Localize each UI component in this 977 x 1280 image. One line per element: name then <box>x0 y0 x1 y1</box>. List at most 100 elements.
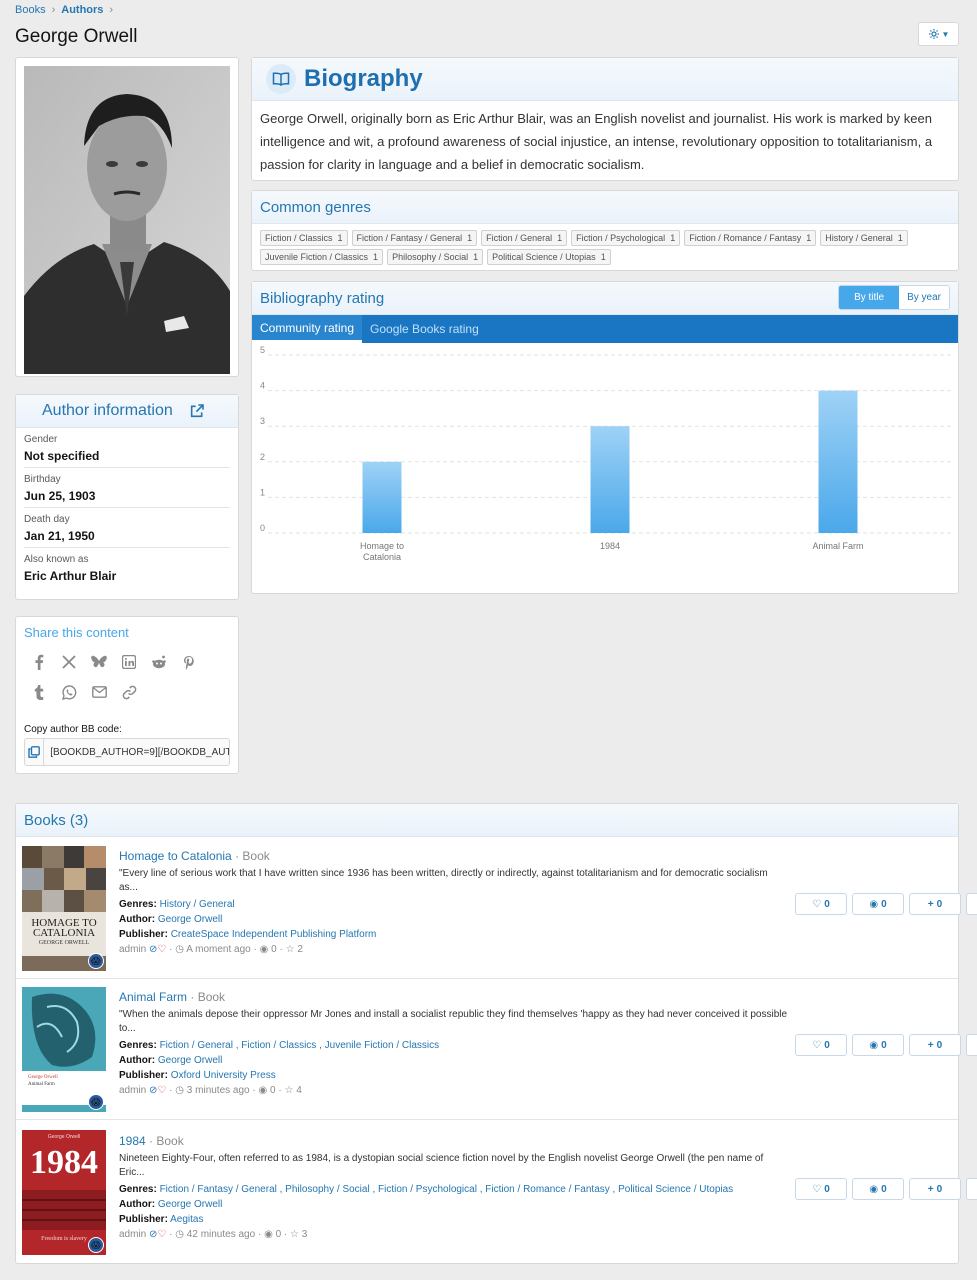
chart-bar[interactable] <box>818 390 858 533</box>
genre-tag[interactable]: Fiction / Classics 1 <box>260 230 348 246</box>
pinterest-icon[interactable] <box>180 654 198 670</box>
genre-tag[interactable]: Fiction / Romance / Fantasy 1 <box>684 230 817 246</box>
y-tick-label: 3 <box>260 416 265 426</box>
book-title-line: Homage to Catalonia · Book <box>119 849 789 863</box>
external-link-icon[interactable] <box>189 403 205 419</box>
like-count: 0 <box>824 898 830 910</box>
book-publisher: Publisher: CreateSpace Independent Publi… <box>119 929 789 940</box>
sort-by-title-button[interactable]: By title <box>839 286 900 309</box>
author-info-block: Author information Gender Not specified … <box>15 394 239 600</box>
publisher-link[interactable]: Aegitas <box>170 1214 203 1225</box>
author-link[interactable]: George Orwell <box>158 1199 222 1210</box>
book-title-line: Animal Farm · Book <box>119 990 789 1004</box>
watch-count: 0 <box>881 1039 887 1051</box>
author-link[interactable]: George Orwell <box>158 914 222 925</box>
book-user[interactable]: admin <box>119 944 146 955</box>
heart-icon: ♡ <box>157 1229 167 1240</box>
info-value: Eric Arthur Blair <box>24 569 117 583</box>
genre-link[interactable]: Fiction / Fantasy / General , Philosophy… <box>160 1184 734 1195</box>
chart-bar[interactable] <box>362 461 402 533</box>
gear-icon <box>928 29 939 39</box>
add-button[interactable]: +0 <box>909 1178 961 1200</box>
tab-google-books-rating[interactable]: Google Books rating <box>362 315 487 343</box>
book-author: Author: George Orwell <box>119 914 789 925</box>
publisher-link[interactable]: CreateSpace Independent Publishing Platf… <box>171 929 377 940</box>
book-title-link[interactable]: Animal Farm <box>119 990 187 1004</box>
book-description: "Every line of serious work that I have … <box>119 868 768 893</box>
linkedin-icon[interactable] <box>120 654 138 670</box>
common-genres-block: Common genres Fiction / Classics 1 Fictio… <box>251 190 959 271</box>
watch-button[interactable]: ◉ 0 <box>852 1178 904 1200</box>
genre-tag[interactable]: Political Science / Utopias 1 <box>487 249 611 265</box>
book-cover[interactable]: HOMAGE TO CATALONIA GEORGE ORWELL 😱 <box>22 846 106 971</box>
book-cover[interactable]: George Orwell 1984 Freedom is slavery 😱 <box>22 1130 106 1255</box>
publisher-link[interactable]: Oxford University Press <box>171 1070 276 1081</box>
book-row: George Orwell 1984 Freedom is slavery 😱 … <box>16 1120 977 1263</box>
add-button[interactable]: +0 <box>909 893 961 915</box>
books-title: Books (3) <box>16 804 958 837</box>
book-description: "When the animals depose their oppressor… <box>119 1009 788 1034</box>
biography-title: Biography <box>304 65 423 92</box>
chart-bar[interactable] <box>590 426 630 533</box>
read-button[interactable]: ▯0 <box>966 1034 977 1056</box>
breadcrumb: Books › Authors › <box>15 4 113 16</box>
book-time: 42 minutes ago <box>186 1229 256 1240</box>
eye-icon: ◉ <box>869 1039 879 1051</box>
genre-tag[interactable]: Juvenile Fiction / Classics 1 <box>260 249 384 265</box>
eye-icon: ◉ <box>258 1085 268 1096</box>
book-rating: 2 <box>297 944 303 955</box>
bluesky-icon[interactable] <box>90 654 108 670</box>
facebook-icon[interactable] <box>30 654 48 670</box>
watch-button[interactable]: ◉ 0 <box>852 1034 904 1056</box>
genres-label: Genres: <box>119 1040 157 1051</box>
book-time: A moment ago <box>186 944 251 955</box>
genre-tag-count: 1 <box>467 233 473 243</box>
tumblr-icon[interactable] <box>30 684 48 700</box>
book-cover[interactable]: George Orwell Animal Farm 😱 <box>22 987 106 1112</box>
rating-tabs: Community rating Google Books rating <box>252 315 958 343</box>
book-title-link[interactable]: 1984 <box>119 1134 146 1148</box>
genre-link[interactable]: History / General <box>160 899 235 910</box>
book-meta: admin ⊘♡ · ◷ 42 minutes ago · ◉ 0 · ☆ 3 <box>119 1229 308 1240</box>
watch-button[interactable]: ◉ 0 <box>852 893 904 915</box>
genre-tag[interactable]: Philosophy / Social 1 <box>387 249 484 265</box>
bb-code-field[interactable]: [BOOKDB_AUTHOR=9][/BOOKDB_AUTHOR] <box>24 738 230 766</box>
link-icon[interactable] <box>120 684 138 700</box>
email-icon[interactable] <box>90 684 108 700</box>
read-button[interactable]: ▯0 <box>966 893 977 915</box>
book-user[interactable]: admin <box>119 1229 146 1240</box>
clock-icon: ◷ <box>175 1085 185 1096</box>
eye-icon: ◉ <box>869 1183 879 1195</box>
eye-icon: ◉ <box>264 1229 273 1240</box>
read-button[interactable]: ▯0 <box>966 1178 977 1200</box>
bb-code-value[interactable]: [BOOKDB_AUTHOR=9][/BOOKDB_AUTHOR] <box>44 747 229 758</box>
tab-community-rating[interactable]: Community rating <box>252 315 363 343</box>
x-icon[interactable] <box>60 654 78 670</box>
author-label: Author: <box>119 914 156 925</box>
chevron-right-icon: › <box>51 4 56 16</box>
genre-tag[interactable]: Fiction / General 1 <box>481 230 568 246</box>
book-actions: ♡0 ◉0 +0 ▯0 <box>795 1034 977 1056</box>
heart-icon: ♡ <box>157 1085 167 1096</box>
like-button[interactable]: ♡ 0 <box>795 1178 847 1200</box>
book-title-link[interactable]: Homage to Catalonia <box>119 849 232 863</box>
whatsapp-icon[interactable] <box>60 684 78 700</box>
author-link[interactable]: George Orwell <box>158 1055 222 1066</box>
genre-tag[interactable]: History / General 1 <box>820 230 908 246</box>
add-button[interactable]: +0 <box>909 1034 961 1056</box>
genre-tag-label: Political Science / Utopias <box>492 252 596 262</box>
book-user[interactable]: admin <box>119 1085 146 1096</box>
breadcrumb-books[interactable]: Books <box>15 4 46 16</box>
sort-by-year-button[interactable]: By year <box>899 286 949 309</box>
info-value: Jan 21, 1950 <box>24 529 95 543</box>
genre-tag[interactable]: Fiction / Psychological 1 <box>571 230 681 246</box>
reddit-icon[interactable] <box>150 654 168 670</box>
like-button[interactable]: ♡ 0 <box>795 893 847 915</box>
breadcrumb-authors[interactable]: Authors <box>61 4 103 16</box>
copy-icon[interactable] <box>25 739 45 765</box>
like-button[interactable]: ♡ 0 <box>795 1034 847 1056</box>
settings-menu-button[interactable]: ▼ <box>918 22 959 46</box>
common-genres-title: Common genres <box>252 191 958 224</box>
genre-tag[interactable]: Fiction / Fantasy / General 1 <box>351 230 478 246</box>
genre-link[interactable]: Fiction / General , Fiction / Classics ,… <box>160 1040 440 1051</box>
